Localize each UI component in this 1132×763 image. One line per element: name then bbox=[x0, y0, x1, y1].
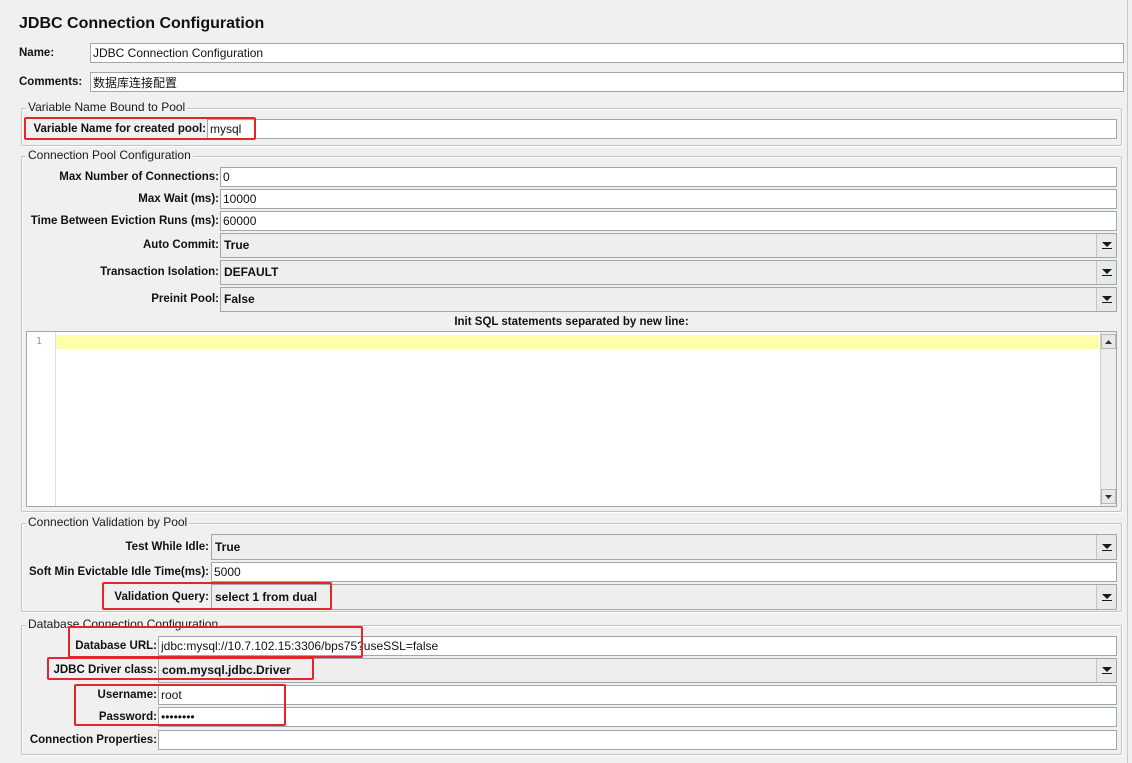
comments-label: Comments: bbox=[19, 76, 83, 88]
triangle-down-icon[interactable] bbox=[1096, 234, 1116, 257]
panel-edge-divider bbox=[1127, 0, 1128, 763]
triangle-down-icon[interactable] bbox=[1096, 261, 1116, 284]
transaction-isolation-value: DEFAULT bbox=[224, 265, 279, 279]
transaction-isolation-label: Transaction Isolation: bbox=[100, 266, 219, 278]
validation-query-value: select 1 from dual bbox=[215, 590, 318, 604]
triangle-down-icon[interactable] bbox=[1096, 288, 1116, 311]
connection-properties-input[interactable] bbox=[158, 730, 1117, 750]
max-wait-input[interactable] bbox=[220, 189, 1117, 209]
current-line-highlight[interactable] bbox=[56, 335, 1099, 349]
vertical-scrollbar[interactable] bbox=[1100, 332, 1116, 506]
preinit-pool-label: Preinit Pool: bbox=[151, 293, 219, 305]
name-input[interactable] bbox=[90, 43, 1124, 63]
transaction-isolation-select[interactable]: DEFAULT bbox=[220, 260, 1117, 285]
soft-min-idle-input[interactable] bbox=[211, 562, 1117, 582]
triangle-down-icon[interactable] bbox=[1096, 535, 1116, 559]
init-sql-editor[interactable]: 1 bbox=[26, 331, 1117, 507]
auto-commit-select[interactable]: True bbox=[220, 233, 1117, 258]
database-legend: Database Connection Configuration bbox=[26, 617, 221, 631]
page-title: JDBC Connection Configuration bbox=[19, 15, 265, 32]
triangle-down-icon[interactable] bbox=[1096, 585, 1116, 609]
driver-class-value: com.mysql.jdbc.Driver bbox=[162, 663, 291, 677]
database-url-label: Database URL: bbox=[75, 640, 157, 652]
password-input[interactable] bbox=[158, 707, 1117, 727]
test-while-idle-label: Test While Idle: bbox=[125, 541, 210, 553]
soft-min-idle-label: Soft Min Evictable Idle Time(ms): bbox=[29, 566, 209, 578]
validation-query-select[interactable]: select 1 from dual bbox=[211, 584, 1117, 610]
username-label: Username: bbox=[97, 689, 157, 701]
line-number-gutter: 1 bbox=[27, 332, 56, 506]
triangle-up-icon[interactable] bbox=[1101, 334, 1116, 349]
max-wait-label: Max Wait (ms): bbox=[138, 193, 219, 205]
variable-name-label: Variable Name for created pool: bbox=[33, 123, 206, 135]
max-connections-label: Max Number of Connections: bbox=[59, 171, 219, 183]
triangle-down-icon[interactable] bbox=[1101, 489, 1116, 504]
auto-commit-label: Auto Commit: bbox=[142, 239, 219, 251]
comments-input[interactable] bbox=[90, 72, 1124, 92]
preinit-pool-select[interactable]: False bbox=[220, 287, 1117, 312]
triangle-down-icon[interactable] bbox=[1096, 659, 1116, 682]
database-url-input[interactable] bbox=[158, 636, 1117, 656]
password-label: Password: bbox=[98, 711, 157, 723]
init-sql-label: Init SQL statements separated by new lin… bbox=[454, 316, 689, 328]
test-while-idle-select[interactable]: True bbox=[211, 534, 1117, 560]
jdbc-config-panel: JDBC Connection Configuration Name: Comm… bbox=[0, 0, 1132, 763]
pool-config-legend: Connection Pool Configuration bbox=[26, 148, 193, 162]
validation-query-label: Validation Query: bbox=[114, 591, 209, 603]
connection-properties-label: Connection Properties: bbox=[29, 734, 157, 746]
max-connections-input[interactable] bbox=[220, 167, 1117, 187]
driver-class-select[interactable]: com.mysql.jdbc.Driver bbox=[158, 658, 1117, 683]
variable-name-input[interactable] bbox=[207, 119, 1117, 139]
variable-pool-legend: Variable Name Bound to Pool bbox=[26, 100, 188, 114]
validation-legend: Connection Validation by Pool bbox=[26, 515, 190, 529]
line-number: 1 bbox=[36, 336, 43, 347]
auto-commit-value: True bbox=[224, 238, 250, 252]
eviction-runs-input[interactable] bbox=[220, 211, 1117, 231]
eviction-runs-label: Time Between Eviction Runs (ms): bbox=[30, 215, 219, 227]
preinit-pool-value: False bbox=[224, 292, 255, 306]
username-input[interactable] bbox=[158, 685, 1117, 705]
driver-class-label: JDBC Driver class: bbox=[53, 664, 157, 676]
name-label: Name: bbox=[19, 47, 55, 59]
test-while-idle-value: True bbox=[215, 540, 241, 554]
